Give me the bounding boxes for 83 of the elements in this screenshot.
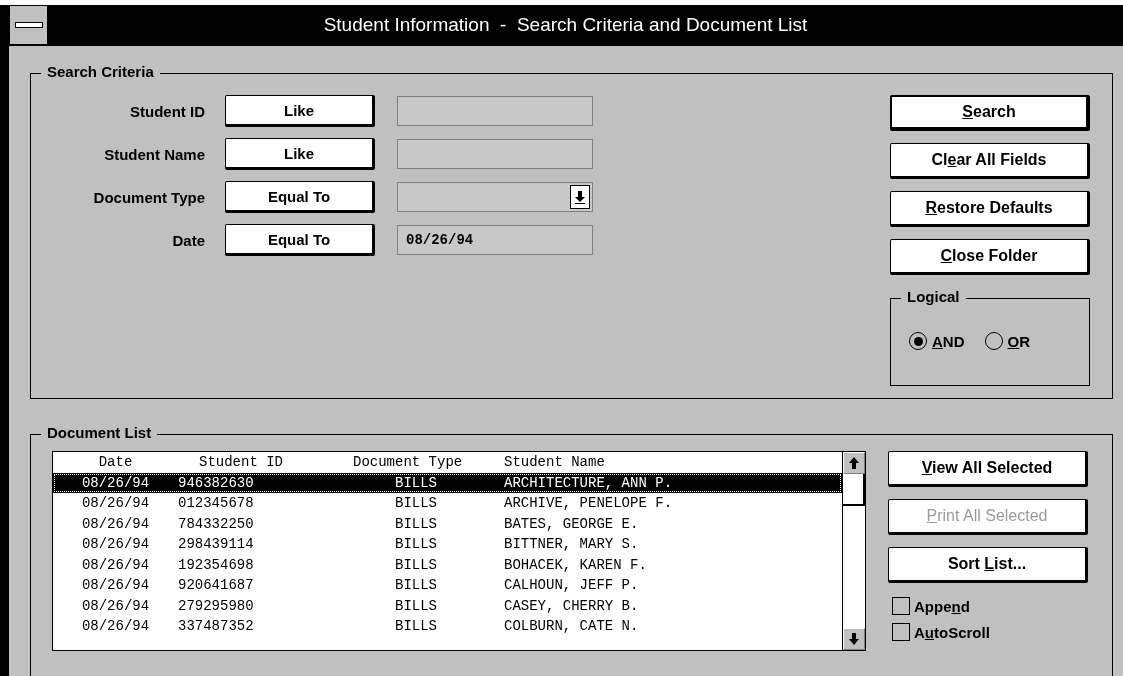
checkbox-label[interactable]: AutoScroll [914, 623, 990, 641]
radio-label[interactable]: AND [932, 332, 965, 350]
column-header[interactable]: Student Name [504, 454, 842, 471]
table-cell-text: BILLS [394, 597, 438, 614]
scroll-thumb[interactable] [843, 474, 865, 506]
dropdown-button[interactable] [570, 185, 590, 209]
field-label: Student Name [103, 145, 205, 163]
table-cell-text: ARCHITECTURE, ANN P. [504, 474, 674, 491]
input-field[interactable] [397, 96, 593, 126]
input-field[interactable] [397, 139, 593, 169]
table-cell-text: CASEY, CHERRY B. [504, 597, 640, 614]
column-header[interactable]: Document Type [328, 454, 504, 471]
field-label: Student ID [129, 102, 205, 120]
table-cell-text: 08/26/94 [80, 577, 151, 594]
checkbox-label[interactable]: Append [914, 597, 970, 615]
down-arrow-icon [849, 633, 859, 645]
table-cell-text: 279295980 [178, 597, 255, 614]
table-cell-text: 298439114 [178, 536, 255, 553]
field-label: Date [171, 231, 205, 249]
group-title: Document List [41, 424, 158, 441]
operator-button[interactable]: Equal To [225, 224, 375, 256]
table-cell-text: 192354698 [178, 556, 255, 573]
down-arrow-icon [575, 190, 585, 204]
table-cell-text: BOHACEK, KAREN F. [504, 556, 648, 573]
list-row[interactable]: 08/26/94 946382630 BILLS ARCHITECTURE, ANN P. [53, 472, 842, 493]
table-cell-text: 012345678 [178, 495, 255, 512]
dropdown-field[interactable] [397, 182, 593, 212]
table-cell-text: 920641687 [178, 577, 255, 594]
list-row[interactable]: 08/26/94 192354698 BILLS BOHACEK, KAREN F. [53, 554, 842, 575]
table-cell-text: BITTNER, MARY S. [504, 536, 640, 553]
group-title: Logical [901, 288, 966, 305]
command-button[interactable]: Restore Defaults [890, 191, 1090, 227]
radio-button[interactable] [909, 332, 927, 350]
list-row[interactable]: 08/26/94 337487352 BILLS COLBURN, CATE N. [53, 616, 842, 637]
table-cell-text: COLBURN, CATE N. [504, 618, 640, 635]
table-cell-text: 08/26/94 [80, 474, 151, 491]
list-row[interactable]: 08/26/94 920641687 BILLS CALHOUN, JEFF P. [53, 575, 842, 596]
table-cell-text: CALHOUN, JEFF P. [504, 577, 640, 594]
scroll-down-button[interactable] [843, 628, 865, 650]
table-cell-text: BILLS [394, 536, 438, 553]
scroll-up-button[interactable] [843, 452, 865, 474]
table-cell-text: BILLS [394, 474, 438, 491]
operator-button[interactable]: Like [225, 95, 375, 127]
scroll-bar[interactable] [842, 452, 865, 650]
checkbox[interactable] [892, 597, 910, 615]
column-header[interactable]: Student ID [178, 454, 328, 471]
table-cell-text: 337487352 [178, 618, 255, 635]
command-button[interactable]: Sort List... [888, 547, 1088, 583]
list-row[interactable]: 08/26/94 279295980 BILLS CASEY, CHERRY B. [53, 595, 842, 616]
table-cell-text: 946382630 [178, 474, 255, 491]
table-cell-text: 08/26/94 [80, 597, 151, 614]
table-cell-text: BILLS [394, 556, 438, 573]
table-cell-text: BILLS [394, 515, 438, 532]
command-button[interactable]: Search [890, 95, 1090, 131]
command-button[interactable]: Clear All Fields [890, 143, 1090, 179]
table-cell-text: 784332250 [178, 515, 255, 532]
input-field[interactable]: 08/26/94 [397, 225, 593, 255]
up-arrow-icon [849, 457, 859, 469]
table-cell-text: BILLS [394, 495, 438, 512]
table-cell-text: 08/26/94 [80, 536, 151, 553]
table-cell-text: BILLS [394, 577, 438, 594]
table-cell-text: 08/26/94 [80, 556, 151, 573]
system-menu-button[interactable] [9, 5, 48, 45]
column-header[interactable]: Date [53, 454, 178, 471]
operator-button[interactable]: Equal To [225, 181, 375, 213]
radio-button[interactable] [984, 332, 1003, 350]
list-row[interactable]: 08/26/94 784332250 BILLS BATES, GEORGE E. [53, 513, 842, 534]
table-cell-text: ARCHIVE, PENELOPE F. [504, 495, 674, 512]
operator-button[interactable]: Like [225, 138, 375, 170]
checkbox[interactable] [892, 623, 910, 641]
field-label: Document Type [92, 188, 205, 206]
table-cell-text: 08/26/94 [80, 618, 151, 635]
group-title: Search Criteria [41, 63, 160, 80]
command-button[interactable]: Close Folder [890, 239, 1090, 275]
radio-label[interactable]: OR [1007, 332, 1031, 350]
list-row[interactable]: 08/26/94 298439114 BILLS BITTNER, MARY S. [53, 534, 842, 555]
command-button[interactable]: View All Selected [888, 451, 1088, 487]
table-cell-text: BATES, GEORGE E. [504, 515, 640, 532]
table-cell-text: BILLS [394, 618, 438, 635]
list-row[interactable]: 08/26/94 012345678 BILLS ARCHIVE, PENELOPE F. [53, 493, 842, 514]
table-cell-text: 08/26/94 [80, 515, 151, 532]
window-title: Student Information - Search Criteria and Document List [322, 13, 809, 37]
table-cell-text: 08/26/94 [80, 495, 151, 512]
